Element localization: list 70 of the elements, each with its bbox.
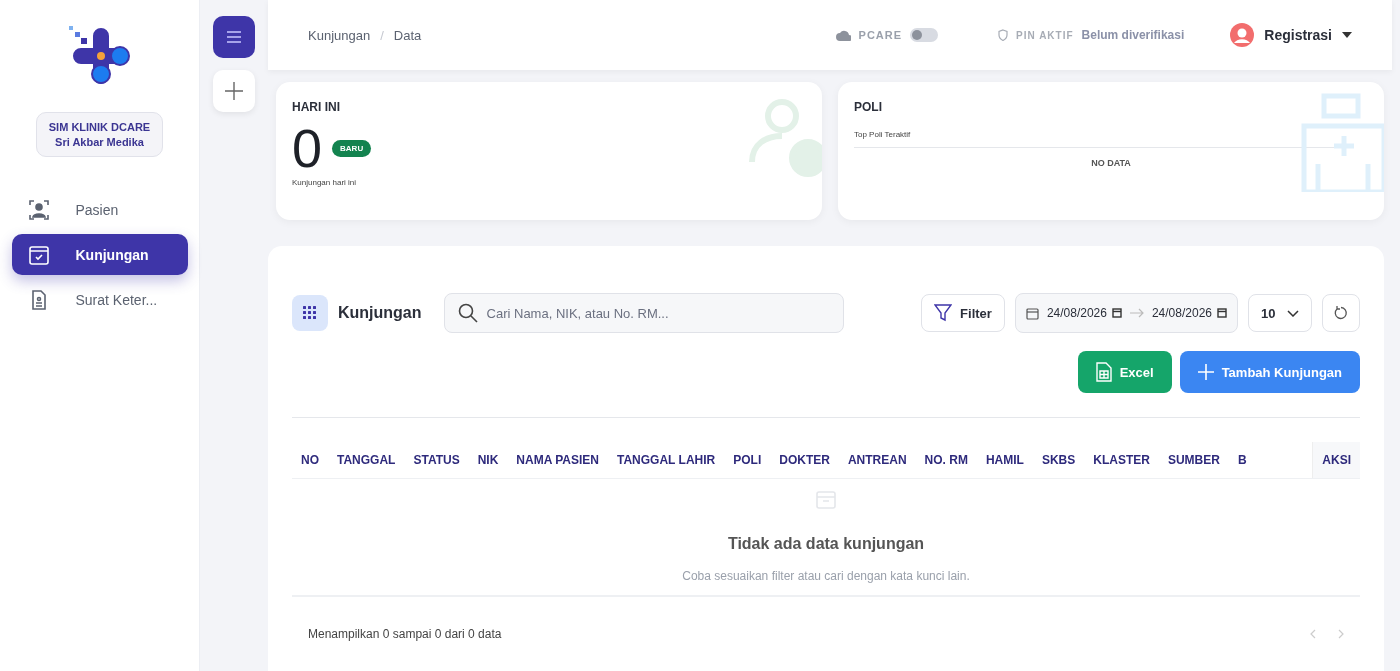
arrow-right-icon [1129,308,1144,318]
calendar-check-icon [27,243,50,266]
chevron-down-icon [1287,309,1299,317]
search-field[interactable]: Cari Nama, NIK, atau No. RM... [443,293,844,333]
breadcrumb-separator: / [380,27,384,43]
column-header[interactable]: NO [292,453,328,467]
start-date[interactable]: 24/08/2026 [1046,306,1122,320]
column-header[interactable]: AKSI [1312,442,1360,478]
filter-button[interactable]: Filter [921,294,1005,332]
page-size-select[interactable]: 10 [1248,294,1312,332]
card-caption: Kunjungan hari ini [292,178,358,187]
add-button[interactable] [213,70,255,112]
card-subtitle: Top Poli Teraktif [854,130,1352,148]
refresh-button[interactable] [1322,294,1360,332]
sidebar-item[interactable]: Pasien [11,189,188,230]
menu-icon [227,31,241,43]
menu-button[interactable] [213,16,255,58]
column-header[interactable]: B [1228,453,1256,467]
clinic-name: SIM KLINIK DCARE [48,121,151,133]
calendar-icon [1025,306,1039,320]
column-header[interactable]: TANGGAL LAHIR [608,453,725,467]
calendar-icon[interactable] [1217,308,1227,318]
refresh-icon [1334,306,1348,320]
search-icon [457,303,478,323]
spreadsheet-icon [1095,362,1112,382]
visit-count: 0 [292,118,323,178]
clinic-branch: Sri Akbar Medika [55,136,144,148]
sidebar-item[interactable]: Kunjungan [11,234,188,275]
sidebar-item[interactable]: Surat Keter... [11,279,188,320]
pcare-label: PCARE [858,29,903,41]
avatar-icon [1230,23,1255,47]
date-range-field[interactable]: 24/08/2026 24/08/2026 [1014,293,1238,333]
grid-icon [292,295,328,331]
add-visit-button[interactable]: Tambah Kunjungan [1179,351,1360,393]
column-header[interactable]: STATUS [404,453,469,467]
filter-icon [934,304,953,322]
breadcrumb-link[interactable]: Kunjungan [308,27,371,43]
card-title: HARI INI [292,100,341,114]
calendar-icon[interactable] [1111,308,1122,318]
panel-title: Kunjungan [338,304,422,322]
column-header[interactable]: DOKTER [770,453,839,467]
column-header[interactable]: SKBS [1032,453,1085,467]
user-menu[interactable]: Registrasi [1230,23,1352,47]
plus-icon [1197,364,1214,380]
column-header[interactable]: KLASTER [1084,453,1159,467]
pin-status: Belum diverifikasi [1081,28,1185,42]
plus-icon [225,82,243,100]
column-header[interactable]: ANTREAN [838,453,916,467]
shield-icon [998,29,1009,41]
pcare-toggle[interactable] [910,28,939,42]
empty-message: NO DATA [1090,158,1132,168]
breadcrumb-current: Data [393,27,422,43]
empty-title: Tidak ada data kunjungan [727,535,925,553]
pagination-info: Menampilkan 0 sampai 0 dari 0 data [308,627,502,641]
column-header[interactable]: NIK [468,453,508,467]
column-header[interactable]: TANGGAL [328,453,405,467]
column-header[interactable]: HAMIL [976,453,1033,467]
empty-hint: Coba sesuaikan filter atau cari dengan kata kunci lain. [682,569,970,583]
column-header[interactable]: NO. RM [915,453,977,467]
caret-icon [1342,32,1352,38]
cloud-icon [835,29,851,41]
new-badge: BARU [332,139,372,157]
column-header[interactable]: POLI [724,453,771,467]
inbox-icon [815,489,837,511]
card-title: POLI [854,100,883,114]
column-header[interactable]: SUMBER [1158,453,1229,467]
column-header[interactable]: NAMA PASIEN [507,453,608,467]
user-frame-icon [27,198,50,221]
pin-label: PIN AKTIF [1016,29,1074,41]
end-date[interactable]: 24/08/2026 [1151,306,1227,320]
